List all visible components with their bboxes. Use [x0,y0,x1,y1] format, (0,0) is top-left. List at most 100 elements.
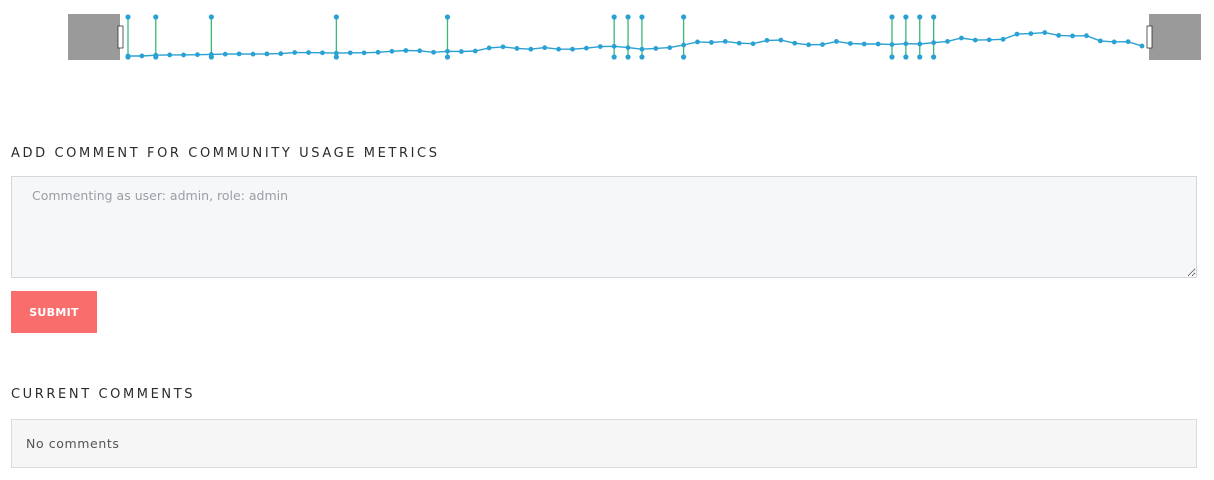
series-point [237,51,242,56]
series-point [1028,31,1033,36]
series-point [167,53,172,58]
series-point [834,39,839,44]
series-point [334,51,339,56]
comments-list: No comments [11,419,1197,468]
no-comments-text: No comments [26,436,119,451]
event-marker-bottom-dot [681,54,686,59]
brush-left-grip[interactable] [118,26,123,48]
series-point [695,40,700,45]
event-marker-top-dot [612,14,617,19]
series-point [265,51,270,56]
series-point [653,46,658,51]
series-point [709,40,714,45]
event-marker-bottom-dot [612,54,617,59]
series-point [903,41,908,46]
series-point [320,50,325,55]
series-point [792,41,797,46]
series-point [195,52,200,57]
series-point [542,45,547,50]
event-marker-top-dot [625,14,630,19]
event-marker-top-dot [209,14,214,19]
series-point [1070,34,1075,39]
series-point [723,39,728,44]
series-point [737,41,742,46]
series-point [417,48,422,53]
event-marker-top-dot [931,14,936,19]
series-point [251,52,256,57]
timeline-chart [68,14,1201,60]
event-marker-bottom-dot [917,54,922,59]
series-point [945,39,950,44]
brush-left-handle[interactable] [68,14,120,60]
series-point [598,44,603,49]
brush-right-handle[interactable] [1149,14,1201,60]
series-point [1001,37,1006,42]
event-marker-top-dot [153,14,158,19]
series-point [1112,40,1117,45]
series-point [959,36,964,41]
series-point [348,50,353,55]
series-point [445,49,450,54]
series-point [153,53,158,58]
series-point [501,44,506,49]
series-point [1140,44,1145,49]
series-point [292,50,297,55]
series-point [403,48,408,53]
series-point [209,52,214,57]
current-comments-heading: CURRENT COMMENTS [11,387,195,402]
series-point [1098,38,1103,43]
series-point [515,46,520,51]
series-point [612,44,617,49]
event-marker-top-dot [917,14,922,19]
series-point [362,50,367,55]
series-point [820,42,825,47]
event-marker-top-dot [125,14,130,19]
series-point [626,45,631,50]
series-point [917,42,922,47]
series-point [681,43,686,48]
event-marker-bottom-dot [931,54,936,59]
event-marker-bottom-dot [639,54,644,59]
series-point [778,38,783,43]
series-point [126,54,131,59]
series-point [570,47,575,52]
timeline-brush[interactable] [68,14,1201,60]
series-point [1056,33,1061,38]
event-marker-bottom-dot [889,54,894,59]
series-point [556,47,561,52]
series-point [806,42,811,47]
event-marker-bottom-dot [445,54,450,59]
series-point [848,41,853,46]
series-point [931,40,936,45]
series-point [751,41,756,46]
series-point [278,51,283,56]
series-point [528,47,533,52]
comment-textarea[interactable] [11,176,1197,278]
series-point [473,49,478,54]
series-point [1126,39,1131,44]
series-point [973,38,978,43]
series-point [1015,32,1020,37]
event-marker-top-dot [334,14,339,19]
submit-button[interactable]: SUBMIT [11,291,97,333]
add-comment-heading: ADD COMMENT FOR COMMUNITY USAGE METRICS [11,146,440,161]
series-point [390,49,395,54]
series-point [431,50,436,55]
series-point [223,52,228,57]
series-point [487,46,492,51]
series-point [640,47,645,52]
series-point [862,42,867,47]
series-point [1042,30,1047,35]
series-point [584,46,589,51]
series-point [1084,33,1089,38]
series-point [987,37,992,42]
event-marker-bottom-dot [625,54,630,59]
event-marker-top-dot [889,14,894,19]
series-point [459,49,464,54]
brush-right-grip[interactable] [1147,26,1152,48]
event-marker-bottom-dot [903,54,908,59]
series-point [667,45,672,50]
series-point [890,42,895,47]
series-point [181,53,186,58]
event-marker-top-dot [639,14,644,19]
